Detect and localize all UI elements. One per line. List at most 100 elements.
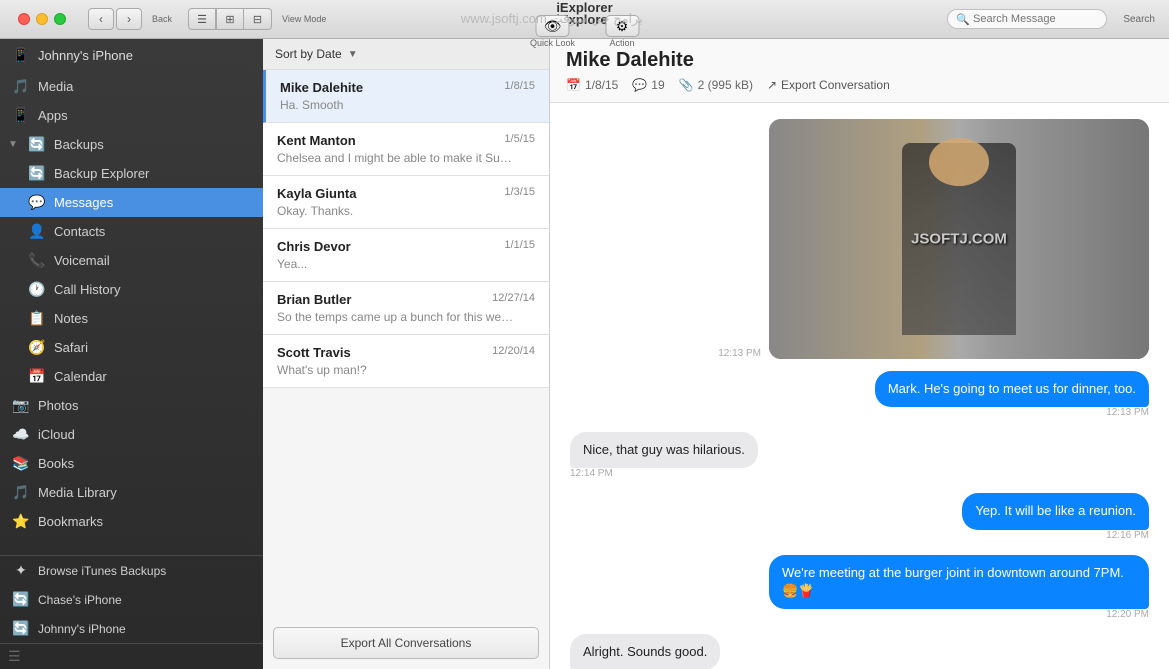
person-head (929, 138, 990, 186)
msg-row-4: Yep. It will be like a reunion. 12:16 PM (570, 493, 1149, 542)
conv-item-5[interactable]: Brian Butler 12/27/14 So the temps came … (263, 282, 549, 335)
sidebar-item-label-call-history: Call History (54, 282, 120, 297)
johnny-device-icon: 🔄 (12, 620, 30, 637)
device-name: Johnny's iPhone (38, 48, 133, 63)
sidebar-item-apps[interactable]: 📱 Apps (0, 101, 263, 130)
chase-device-icon: 🔄 (12, 591, 30, 608)
sidebar-item-device[interactable]: 📱 Johnny's iPhone (0, 39, 263, 72)
conv-date-3: 1/3/15 (504, 186, 535, 201)
conv-item-6[interactable]: Scott Travis 12/20/14 What's up man!? (263, 335, 549, 388)
attachment-icon: 📎 (679, 78, 694, 92)
sidebar-item-label-messages: Messages (54, 195, 113, 210)
maximize-button[interactable] (54, 13, 66, 25)
conv-date-1: 1/8/15 (504, 80, 535, 95)
sidebar-item-bookmarks[interactable]: ⭐ Bookmarks (0, 507, 263, 536)
search-input[interactable] (973, 13, 1098, 25)
msg-wrapper-2: Mark. He's going to meet us for dinner, … (875, 371, 1149, 420)
conv-preview-5: So the temps came up a bunch for this we… (277, 310, 517, 324)
sidebar-item-media[interactable]: 🎵 Media (0, 72, 263, 101)
action-label: Action (610, 38, 635, 48)
sidebar-item-backup-explorer[interactable]: 🔄 Backup Explorer (0, 159, 263, 188)
msg-wrapper-6: Alright. Sounds good. 12:20 PM (570, 634, 720, 669)
photo-message: JSOFTJ.COM (769, 119, 1149, 359)
calendar-small-icon: 📅 (566, 78, 581, 92)
chase-device-label: Chase's iPhone (38, 593, 122, 607)
sidebar-item-johnny-iphone-footer[interactable]: 🔄 Johnny's iPhone (0, 614, 263, 643)
search-label: Search (1123, 14, 1155, 25)
call-history-icon: 🕐 (28, 281, 46, 298)
sidebar-item-label-bookmarks: Bookmarks (38, 514, 103, 529)
close-button[interactable] (18, 13, 30, 25)
chat-attachment-value: 2 (995 kB) (698, 78, 753, 92)
view-mode-buttons: ☰ ⊞ ⊟ (188, 8, 272, 30)
list-view-button[interactable]: ☰ (188, 8, 216, 30)
conv-item-3[interactable]: Kayla Giunta 1/3/15 Okay. Thanks. (263, 176, 549, 229)
msg-bubble-6: Alright. Sounds good. (570, 634, 720, 669)
icon-view-button[interactable]: ⊟ (244, 8, 272, 30)
export-icon: ↗ (767, 78, 777, 92)
conv-item-1[interactable]: Mike Dalehite 1/8/15 Ha. Smooth (263, 70, 549, 123)
msg-time-1: 12:13 PM (718, 348, 761, 359)
conv-name-1: Mike Dalehite (280, 80, 363, 95)
chat-meta: 📅 1/8/15 💬 19 📎 2 (995 kB) ↗ Export Conv… (566, 78, 1153, 92)
sidebar-item-call-history[interactable]: 🕐 Call History (0, 275, 263, 304)
quick-look-label: Quick Look (530, 38, 575, 48)
menu-icon[interactable]: ☰ (8, 648, 21, 665)
conv-item-4[interactable]: Chris Devor 1/1/15 Yea... (263, 229, 549, 282)
sidebar-item-notes[interactable]: 📋 Notes (0, 304, 263, 333)
chat-message-count: 💬 19 (632, 78, 664, 92)
books-icon: 📚 (12, 455, 30, 472)
sidebar-item-chase-iphone[interactable]: 🔄 Chase's iPhone (0, 585, 263, 614)
conv-item-2[interactable]: Kent Manton 1/5/15 Chelsea and I might b… (263, 123, 549, 176)
sidebar-item-books[interactable]: 📚 Books (0, 449, 263, 478)
sidebar-item-photos[interactable]: 📷 Photos (0, 391, 263, 420)
sidebar-item-voicemail[interactable]: 📞 Voicemail (0, 246, 263, 275)
conv-preview-3: Okay. Thanks. (277, 204, 517, 218)
conv-date-2: 1/5/15 (504, 133, 535, 148)
backups-icon: 🔄 (28, 136, 46, 153)
sidebar-group-backups[interactable]: ▼ 🔄 Backups (0, 130, 263, 159)
msg-row-5: We're meeting at the burger joint in dow… (570, 555, 1149, 622)
column-view-button[interactable]: ⊞ (216, 8, 244, 30)
sidebar-item-calendar[interactable]: 📅 Calendar (0, 362, 263, 391)
sidebar-bottom-bar: ☰ (0, 643, 263, 669)
sidebar-item-icloud[interactable]: ☁️ iCloud (0, 420, 263, 449)
title-bar: ‹ › Back ☰ ⊞ ⊟ View Mode iExplorer iExpl… (0, 0, 1169, 39)
traffic-lights (8, 13, 66, 25)
voicemail-icon: 📞 (28, 252, 46, 269)
sidebar-item-media-library[interactable]: 🎵 Media Library (0, 478, 263, 507)
chat-export-link[interactable]: ↗ Export Conversation (767, 78, 890, 92)
sidebar-item-label-voicemail: Voicemail (54, 253, 110, 268)
conv-preview-1: Ha. Smooth (280, 98, 520, 112)
back-button[interactable]: ‹ (88, 8, 114, 30)
safari-icon: 🧭 (28, 339, 46, 356)
chat-panel: Mike Dalehite 📅 1/8/15 💬 19 📎 2 (995 kB)… (550, 39, 1169, 669)
conv-preview-6: What's up man!? (277, 363, 517, 377)
media-icon: 🎵 (12, 78, 30, 95)
msg-time-4: 12:16 PM (1106, 530, 1149, 541)
msg-row-1: 12:13 PM JSOFTJ.COM (570, 119, 1149, 359)
conv-date-4: 1/1/15 (504, 239, 535, 254)
photos-icon: 📷 (12, 397, 30, 414)
msg-wrapper-3: Nice, that guy was hilarious. 12:14 PM (570, 432, 758, 481)
view-mode-label: View Mode (282, 14, 326, 24)
forward-button[interactable]: › (116, 8, 142, 30)
sort-label: Sort by Date (275, 47, 342, 61)
sidebar-item-label-safari: Safari (54, 340, 88, 355)
export-all-button[interactable]: Export All Conversations (273, 627, 539, 659)
johnny-device-label: Johnny's iPhone (38, 622, 126, 636)
media-library-icon: 🎵 (12, 484, 30, 501)
chat-attachments: 📎 2 (995 kB) (679, 78, 753, 92)
conv-name-6: Scott Travis (277, 345, 351, 360)
sidebar-item-messages[interactable]: 💬 Messages (0, 188, 263, 217)
sidebar-item-safari[interactable]: 🧭 Safari (0, 333, 263, 362)
msg-row-6: Alright. Sounds good. 12:20 PM (570, 634, 1149, 669)
chat-export-label: Export Conversation (781, 78, 890, 92)
sidebar-item-contacts[interactable]: 👤 Contacts (0, 217, 263, 246)
sidebar-item-label-media: Media (38, 79, 73, 94)
sidebar-item-browse-itunes[interactable]: ✦ Browse iTunes Backups (0, 556, 263, 585)
sidebar-item-label-notes: Notes (54, 311, 88, 326)
chat-header: Mike Dalehite 📅 1/8/15 💬 19 📎 2 (995 kB)… (550, 39, 1169, 103)
sidebar: 📱 Johnny's iPhone 🎵 Media 📱 Apps ▼ 🔄 Bac… (0, 39, 263, 669)
minimize-button[interactable] (36, 13, 48, 25)
